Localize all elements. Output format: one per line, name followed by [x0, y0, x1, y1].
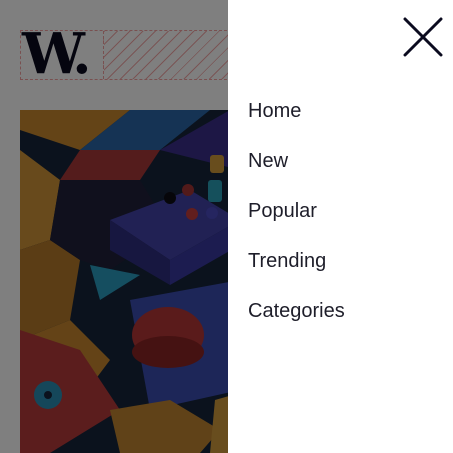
menu-link-new[interactable]: New: [248, 146, 345, 176]
menu-link-trending[interactable]: Trending: [248, 246, 345, 276]
page-dim-overlay[interactable]: [0, 0, 228, 453]
menu-item-categories: Categories: [248, 296, 345, 346]
menu-item-home: Home: [248, 96, 345, 146]
close-icon: [403, 17, 443, 57]
menu-item-new: New: [248, 146, 345, 196]
menu-item-trending: Trending: [248, 246, 345, 296]
menu-link-popular[interactable]: Popular: [248, 196, 345, 226]
close-menu-button[interactable]: [403, 17, 443, 57]
navigation-drawer: Home New Popular Trending Categories: [228, 0, 453, 453]
menu-link-categories[interactable]: Categories: [248, 296, 345, 326]
menu-item-popular: Popular: [248, 196, 345, 246]
main-menu: Home New Popular Trending Categories: [248, 96, 345, 346]
menu-link-home[interactable]: Home: [248, 96, 345, 126]
